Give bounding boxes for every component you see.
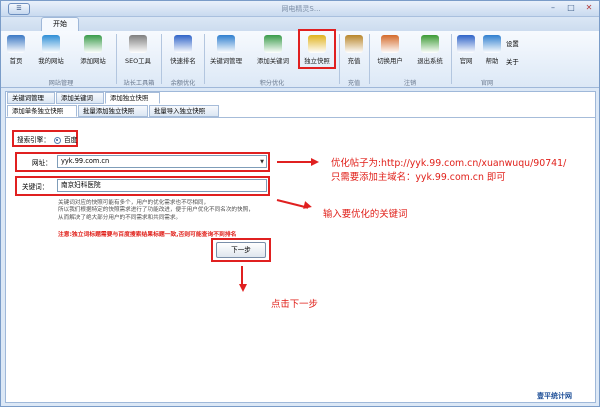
about-button[interactable]: 关于 [506,57,519,66]
url-annotation-line2: 只需要添加主域名：yyk.99.com.cn 即可 [331,172,506,183]
ribbon-separator [369,34,370,84]
title-bar: ☰ 网电精灵S... – □ ✕ [1,1,599,17]
tab-add-keyword[interactable]: 添加关键词 [56,92,104,104]
keyword-label: 关键词： [22,183,49,191]
exit-icon [421,35,439,53]
url-value: yyk.99.com.cn [61,157,110,165]
engine-radio[interactable] [53,136,61,144]
description-text: 关键词对应的快照可能有多个，用户的优化需求也不尽相同， 所以我们根据特定的快照需… [58,200,288,222]
engine-row: 搜索引擎： 百度 [17,134,77,144]
app-window: ☰ 网电精灵S... – □ ✕ 开始 首页 我的网站 添加网站 SEO工具 快… [0,0,600,407]
next-annotation: 点击下一步 [271,299,318,310]
minimize-button[interactable]: – [545,3,561,14]
exit-system-button[interactable]: 退出系统 [412,33,448,77]
seo-tools-button[interactable]: SEO工具 [120,33,156,77]
tab-batch-add-snapshot[interactable]: 批量添加独立快照 [78,105,148,117]
ribbon-separator [161,34,162,84]
add-keyword-button[interactable]: 添加关键词 [252,33,294,77]
close-button[interactable]: ✕ [581,3,597,14]
quick-rank-button[interactable]: 快速排名 [165,33,201,77]
ribbon-separator [116,34,117,84]
home-icon [7,35,25,53]
tab-batch-import-snapshot[interactable]: 批量导入独立快照 [149,105,219,117]
next-arrow-head [239,284,247,292]
notice-text: 注意:独立词标题需要与百度搜索结果标题一致,否则可能查询不到排名 [58,232,237,238]
keyword-annotation: 输入要优化的关键词 [323,209,408,220]
group-label: 充值 [347,80,361,87]
help-button[interactable]: 帮助 [480,33,504,77]
url-annotation-line1: 优化帖子为:http://yyk.99.com.cn/xuanwuqu/9074… [331,158,567,169]
help-icon [483,35,501,53]
description-line: 所以我们根据特定的快照需求进行了功能改进，便于用户优化不同名次的快照， [58,207,254,214]
recharge-icon [345,35,363,53]
baidu-icon [174,35,192,53]
ribbon-separator [339,34,340,84]
my-sites-button[interactable]: 我的网站 [33,33,69,77]
url-select[interactable]: yyk.99.com.cn ▼ [57,155,267,168]
next-arrow-line [241,266,243,286]
add-keyword-icon [264,35,282,53]
ribbon-separator [204,34,205,84]
add-site-button[interactable]: 添加网站 [75,33,111,77]
window-title: 网电精灵S... [281,5,321,13]
ribbon-separator [451,34,452,84]
tools-icon [129,35,147,53]
url-arrow-head [311,158,319,166]
add-site-icon [84,35,102,53]
group-label: 余额优化 [170,80,196,87]
switch-user-button[interactable]: 切换用户 [372,33,408,77]
snapshot-highlight-box [298,29,336,69]
recharge-button[interactable]: 充值 [342,33,366,77]
network-icon [217,35,235,53]
tab-divider [6,117,595,118]
settings-button[interactable]: 设置 [506,39,519,48]
content-panel [5,91,596,403]
tab-add-single-snapshot[interactable]: 添加单条独立快照 [7,105,77,117]
app-menu-button[interactable]: ☰ [8,3,30,15]
keyword-manage-button[interactable]: 关键词管理 [206,33,246,77]
chevron-down-icon[interactable]: ▼ [260,157,264,168]
switch-user-icon [381,35,399,53]
official-site-button[interactable]: 官网 [454,33,478,77]
watermark-logo: 壹平统计网 [537,392,572,400]
engine-value: 百度 [63,136,78,144]
url-arrow-line [277,161,313,163]
url-label: 网址： [32,159,52,167]
description-line: 从而解决了绝大部分用户的不同需求和共同需求。 [58,214,182,221]
tab-add-snapshot[interactable]: 添加独立快照 [105,92,160,104]
group-label: 网站管理 [48,80,74,87]
globe-icon [42,35,60,53]
group-label: 站长工具箱 [123,80,155,87]
engine-label: 搜索引擎： [17,136,50,144]
group-label: 官网 [480,80,494,87]
website-icon [457,35,475,53]
keyword-input[interactable]: 南京妇科医院 [57,179,267,192]
group-label: 注销 [403,80,417,87]
maximize-button[interactable]: □ [563,3,579,14]
next-step-button[interactable]: 下一步 [216,242,266,258]
home-button[interactable]: 首页 [3,33,29,77]
group-label: 积分优化 [259,80,285,87]
ribbon-tab-start[interactable]: 开始 [41,17,79,31]
tab-keyword-manage[interactable]: 关键词管理 [7,92,55,104]
